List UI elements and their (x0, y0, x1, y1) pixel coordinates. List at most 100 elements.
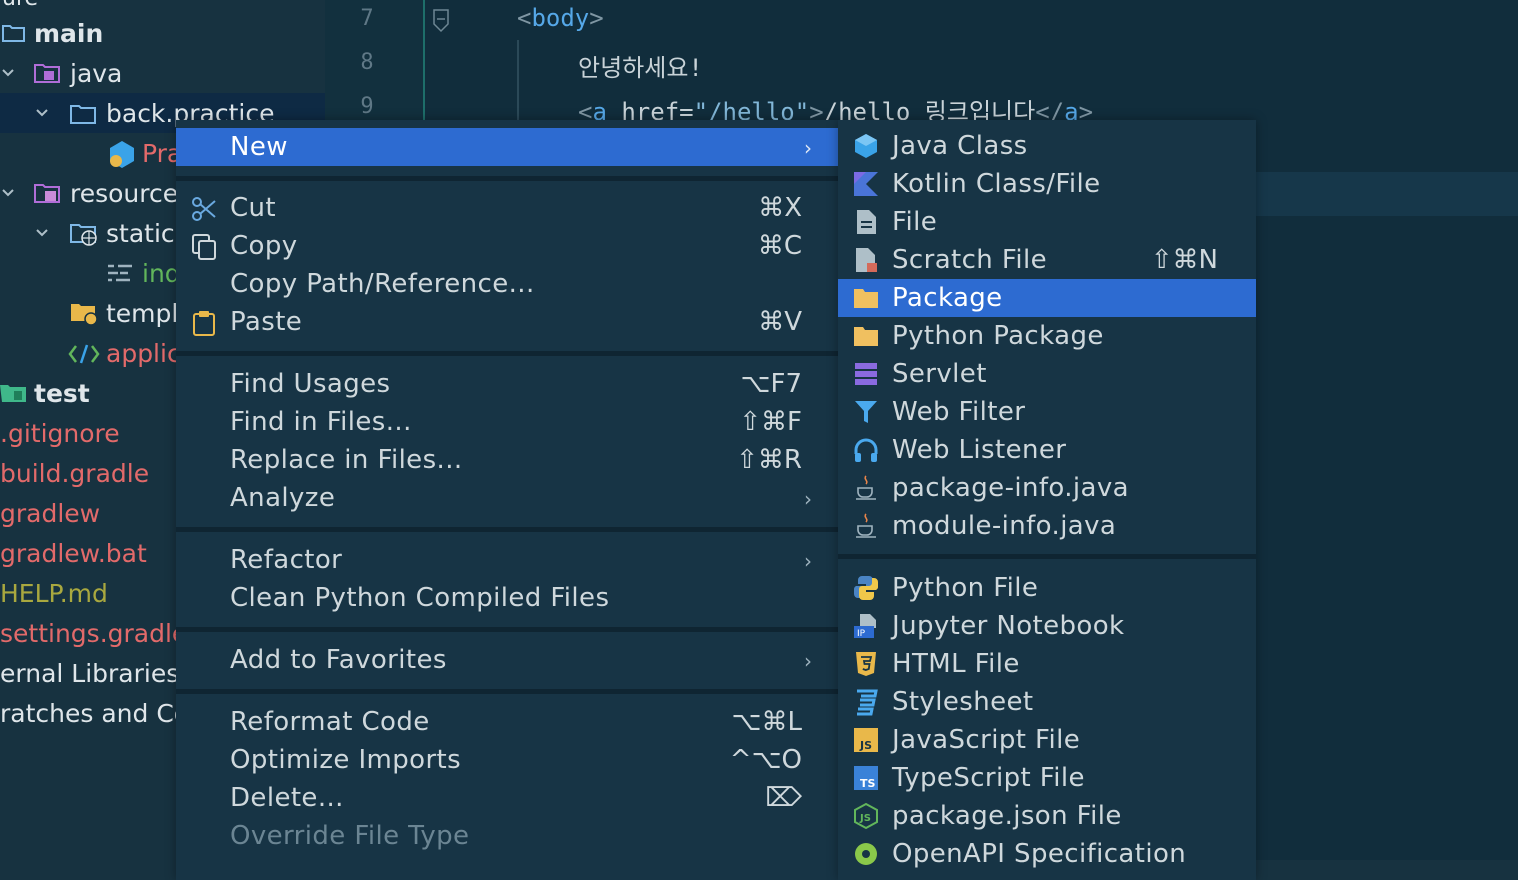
menu-item-label: Override File Type (230, 821, 470, 851)
shortcut-label: ⌘X (758, 193, 802, 223)
chevron-right-icon: › (804, 649, 812, 673)
chevron-down-icon[interactable] (36, 227, 48, 239)
submenu-item-package-info[interactable]: package-info.java (838, 469, 1256, 507)
javascript-icon: JS (854, 728, 878, 752)
submenu-item-package-json[interactable]: JS package.json File (838, 797, 1256, 835)
menu-separator (176, 627, 838, 632)
menu-item-label: Find in Files... (230, 407, 412, 437)
menu-item-copy[interactable]: Copy ⌘C (176, 227, 838, 265)
submenu-item-web-listener[interactable]: Web Listener (838, 431, 1256, 469)
tree-item-label: templ (106, 298, 179, 328)
menu-item-label: Reformat Code (230, 707, 430, 737)
submenu-item-label: package.json File (892, 801, 1122, 831)
code-line-8: 안녕하세요! (578, 54, 703, 82)
openapi-icon (855, 843, 877, 865)
css3-icon (857, 689, 878, 716)
resources-folder-icon (34, 184, 60, 203)
menu-item-optimize-imports[interactable]: Optimize Imports ^⌥O (176, 741, 838, 779)
fold-marker-icon[interactable] (431, 8, 453, 38)
submenu-item-label: Web Listener (892, 435, 1067, 465)
submenu-item-module-info[interactable]: module-info.java (838, 507, 1256, 545)
menu-item-label: Copy Path/Reference... (230, 269, 535, 299)
menu-item-refactor[interactable]: Refactor › (176, 541, 838, 579)
line-number: 9 (360, 94, 374, 119)
python-package-icon (854, 327, 878, 346)
submenu-item-label: Scratch File (892, 245, 1047, 275)
tree-item-label: static (106, 218, 175, 248)
html-file-icon (108, 264, 132, 282)
menu-item-new[interactable]: New › (176, 128, 838, 166)
menu-item-delete[interactable]: Delete... ⌦ (176, 779, 838, 817)
folder-icon (2, 25, 25, 42)
submenu-item-label: Servlet (892, 359, 987, 389)
menu-item-add-to-favorites[interactable]: Add to Favorites › (176, 641, 838, 679)
submenu-item-scratch-file[interactable]: Scratch File ⇧⌘N (838, 241, 1256, 279)
menu-item-label: Optimize Imports (230, 745, 462, 775)
shortcut-label: ⌥⌘L (731, 707, 802, 737)
svg-text:JS: JS (859, 813, 871, 824)
kotlin-icon (854, 172, 878, 196)
submenu-item-label: JavaScript File (892, 725, 1081, 755)
submenu-item-python-package[interactable]: Python Package (838, 317, 1256, 355)
menu-item-reformat-code[interactable]: Reformat Code ⌥⌘L (176, 703, 838, 741)
line-number: 7 (360, 6, 374, 31)
chevron-right-icon: › (804, 136, 812, 160)
submenu-item-javascript[interactable]: JS JavaScript File (838, 721, 1256, 759)
menu-item-copy-path[interactable]: Copy Path/Reference... (176, 265, 838, 303)
java-class-icon (855, 134, 877, 158)
submenu-item-label: HTML File (892, 649, 1020, 679)
tree-item-label: ratches and Co (0, 698, 190, 728)
submenu-item-web-filter[interactable]: Web Filter (838, 393, 1256, 431)
submenu-item-java-class[interactable]: Java Class (838, 127, 1256, 165)
tree-item-label: gradlew (0, 498, 101, 528)
menu-item-label: Delete... (230, 783, 344, 813)
headphones-icon (854, 438, 878, 462)
submenu-item-label: Python File (892, 573, 1039, 603)
submenu-item-html-file[interactable]: HTML File (838, 645, 1256, 683)
menu-separator (176, 351, 838, 356)
submenu-item-typescript[interactable]: TS TypeScript File (838, 759, 1256, 797)
chevron-down-icon[interactable] (36, 107, 48, 119)
menu-item-find-in-files[interactable]: Find in Files... ⇧⌘F (176, 403, 838, 441)
svg-text:TS: TS (860, 777, 876, 790)
tree-item-label: resource (70, 178, 179, 208)
submenu-item-label: Stylesheet (892, 687, 1034, 717)
menu-item-label: Copy (230, 231, 298, 261)
submenu-item-jupyter[interactable]: IP Jupyter Notebook (838, 607, 1256, 645)
tree-item-label: build.gradle (0, 458, 150, 488)
submenu-item-label: Java Class (892, 131, 1028, 161)
test-folder-icon (0, 385, 26, 402)
chevron-down-icon[interactable] (2, 67, 14, 79)
web-folder-icon (70, 224, 97, 246)
submenu-item-servlet[interactable]: Servlet (838, 355, 1256, 393)
tree-item-label: test (34, 378, 90, 408)
menu-item-paste[interactable]: Paste ⌘V (176, 303, 838, 341)
copy-icon (192, 234, 216, 260)
submenu-item-file[interactable]: File (838, 203, 1256, 241)
new-submenu: Java Class Kotlin Class/File File Scratc… (838, 120, 1256, 880)
tree-item-label: .gitignore (0, 418, 120, 448)
submenu-item-python-file[interactable]: Python File (838, 569, 1256, 607)
submenu-item-stylesheet[interactable]: Stylesheet (838, 683, 1256, 721)
submenu-item-label: File (892, 207, 938, 237)
submenu-item-label: Jupyter Notebook (892, 611, 1125, 641)
chevron-down-icon[interactable] (2, 187, 14, 199)
menu-item-cut[interactable]: Cut ⌘X (176, 189, 838, 227)
menu-item-analyze[interactable]: Analyze › (176, 479, 838, 517)
tree-item-main[interactable]: main (0, 13, 325, 53)
submenu-item-kotlin[interactable]: Kotlin Class/File (838, 165, 1256, 203)
menu-item-clean-python[interactable]: Clean Python Compiled Files (176, 579, 838, 617)
code-line-7: <body> (517, 4, 604, 32)
submenu-item-label: TypeScript File (892, 763, 1085, 793)
menu-item-find-usages[interactable]: Find Usages ⌥F7 (176, 365, 838, 403)
shortcut-label: ⌦ (765, 783, 802, 813)
scissors-icon (192, 197, 216, 221)
menu-item-replace-in-files[interactable]: Replace in Files... ⇧⌘R (176, 441, 838, 479)
scratch-file-icon (856, 248, 877, 272)
submenu-item-openapi[interactable]: OpenAPI Specification (838, 835, 1256, 873)
menu-item-label: New (230, 132, 288, 162)
svg-text:JS: JS (859, 739, 872, 752)
submenu-item-label: module-info.java (892, 511, 1117, 541)
tree-item-java[interactable]: java (0, 53, 325, 93)
submenu-item-package[interactable]: Package (838, 279, 1256, 317)
